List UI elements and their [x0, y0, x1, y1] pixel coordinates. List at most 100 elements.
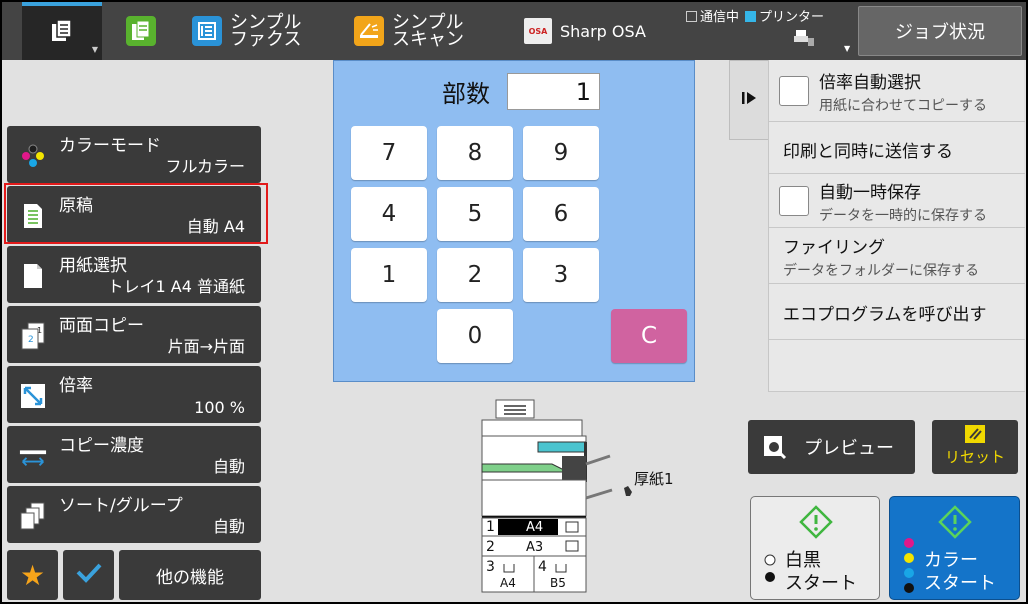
comm-status-label: 通信中	[700, 10, 740, 25]
checkmark-icon	[75, 562, 103, 589]
reset-icon	[932, 424, 1018, 446]
mode-simple-copy-button[interactable]	[126, 2, 164, 60]
simple-copy-icon	[126, 16, 156, 46]
empty-menu-slot	[769, 340, 1025, 392]
density-value: 自動	[212, 457, 245, 476]
color-start-diamond-icon	[938, 505, 972, 543]
comm-status: 通信中	[686, 6, 739, 25]
favorite-button[interactable]: ★	[7, 550, 58, 600]
key-5[interactable]: 5	[437, 187, 513, 241]
preview-icon	[762, 434, 788, 465]
mode-dropdown-icon: ▼	[91, 45, 98, 54]
simple-scan-label: シンプル スキャン	[392, 12, 464, 50]
confirm-button[interactable]	[63, 550, 114, 600]
machine-illustration: 1 A4 2 A3 3 A4 4 B5	[472, 398, 682, 598]
tray-3-size: A4	[500, 576, 516, 590]
right-menu: 倍率自動選択 用紙に合わせてコピーする 印刷と同時に送信する 自動一時保存 デー…	[768, 60, 1025, 392]
color-mode-icon	[19, 142, 47, 170]
zoom-key[interactable]: 倍率 100 %	[7, 366, 261, 423]
preview-button[interactable]: プレビュー	[748, 420, 915, 474]
printer-dropdown-icon[interactable]: ▼	[844, 44, 850, 53]
zoom-title: 倍率	[59, 376, 93, 396]
print-and-send-title: 印刷と同時に送信する	[783, 142, 953, 162]
filing-sub: データをフォルダーに保存する	[783, 263, 979, 279]
copies-label: 部数	[442, 80, 490, 108]
printer-icon[interactable]	[794, 28, 816, 50]
printer-status: プリンター	[745, 6, 824, 25]
key-2[interactable]: 2	[437, 248, 513, 302]
tray-2-size: A3	[526, 540, 544, 555]
duplex-value: 片面→片面	[167, 337, 245, 356]
cmyk-dots-icon	[902, 537, 916, 599]
density-key[interactable]: コピー濃度 自動	[7, 426, 261, 483]
auto-temp-save-sub: データを一時的に保存する	[819, 208, 987, 224]
auto-temp-save-item[interactable]: 自動一時保存 データを一時的に保存する	[769, 174, 1025, 228]
bw-dots-icon	[763, 553, 777, 591]
duplex-key[interactable]: 12 両面コピー 片面→片面	[7, 306, 261, 363]
status-indicators: 通信中 プリンター	[686, 6, 824, 25]
reset-label: リセット	[944, 448, 1005, 466]
paper-icon	[19, 262, 47, 290]
job-status-button[interactable]: ジョブ状況	[858, 6, 1022, 56]
paper-select-value: トレイ1 A4 普通紙	[107, 277, 245, 296]
color-mode-value: フルカラー	[165, 157, 245, 176]
key-6[interactable]: 6	[523, 187, 599, 241]
mode-simple-fax-button[interactable]: シンプル ファクス	[192, 2, 301, 60]
color-start-label: カラー スタート	[924, 550, 996, 594]
selection-highlight	[4, 183, 268, 244]
auto-zoom-checkbox[interactable]	[779, 76, 809, 106]
auto-zoom-sub: 用紙に合わせてコピーする	[819, 98, 987, 114]
eco-program-title: エコプログラムを呼び出す	[783, 305, 987, 325]
color-mode-key[interactable]: カラーモード フルカラー	[7, 126, 261, 183]
key-1[interactable]: 1	[351, 248, 427, 302]
comm-indicator-icon	[686, 11, 697, 22]
key-4[interactable]: 4	[351, 187, 427, 241]
clear-key[interactable]: C	[611, 309, 687, 363]
tray-1-num: 1	[486, 519, 495, 535]
filing-title: ファイリング	[783, 238, 885, 258]
osa-icon: OSA	[524, 18, 552, 44]
tray-4-size: B5	[550, 576, 566, 590]
auto-zoom-item[interactable]: 倍率自動選択 用紙に合わせてコピーする	[769, 60, 1025, 122]
key-3[interactable]: 3	[523, 248, 599, 302]
star-icon: ★	[19, 558, 46, 592]
sharp-osa-label: Sharp OSA	[560, 21, 646, 41]
copy-mode-icon	[49, 18, 75, 48]
simple-fax-label: シンプル ファクス	[230, 12, 302, 50]
tray-3-num: 3	[486, 559, 495, 575]
zoom-icon	[19, 382, 47, 410]
auto-temp-save-checkbox[interactable]	[779, 186, 809, 216]
key-8[interactable]: 8	[437, 126, 513, 180]
mode-copy-button[interactable]: ▼	[22, 2, 102, 60]
bw-start-diamond-icon	[799, 505, 833, 543]
bw-start-button[interactable]: 白黒 スタート	[750, 496, 880, 600]
print-and-send-item[interactable]: 印刷と同時に送信する	[769, 122, 1025, 174]
paper-select-key[interactable]: 用紙選択 トレイ1 A4 普通紙	[7, 246, 261, 303]
copy-screen: ▼ シンプル ファクス シンプル スキャン OSA Sharp OSA 通信中 …	[2, 2, 1026, 602]
mfp-drawing	[481, 399, 632, 593]
other-functions-button[interactable]: 他の機能	[119, 550, 261, 600]
collapse-arrow-icon	[741, 91, 757, 109]
mode-sharp-osa-button[interactable]: OSA Sharp OSA	[524, 2, 646, 60]
reset-button[interactable]: リセット	[932, 420, 1018, 474]
key-7[interactable]: 7	[351, 126, 427, 180]
fax-icon	[192, 16, 222, 46]
filing-item[interactable]: ファイリング データをフォルダーに保存する	[769, 228, 1025, 284]
tray-4-num: 4	[538, 559, 547, 575]
top-bar: ▼ シンプル ファクス シンプル スキャン OSA Sharp OSA 通信中 …	[2, 2, 1026, 60]
density-title: コピー濃度	[59, 436, 144, 456]
svg-text:2: 2	[28, 335, 34, 345]
sort-group-title: ソート/グループ	[59, 496, 183, 516]
color-start-button[interactable]: カラー スタート	[889, 496, 1020, 600]
eco-program-item[interactable]: エコプログラムを呼び出す	[769, 284, 1025, 340]
tray-2-num: 2	[486, 539, 495, 555]
collapse-panel-button[interactable]	[729, 60, 769, 140]
sort-icon	[19, 502, 47, 530]
key-9[interactable]: 9	[523, 126, 599, 180]
sort-group-key[interactable]: ソート/グループ 自動	[7, 486, 261, 543]
mode-simple-scan-button[interactable]: シンプル スキャン	[354, 2, 464, 60]
color-mode-title: カラーモード	[59, 136, 161, 156]
copies-input[interactable]: 1	[507, 73, 600, 110]
duplex-title: 両面コピー	[59, 316, 144, 336]
key-0[interactable]: 0	[437, 309, 513, 363]
